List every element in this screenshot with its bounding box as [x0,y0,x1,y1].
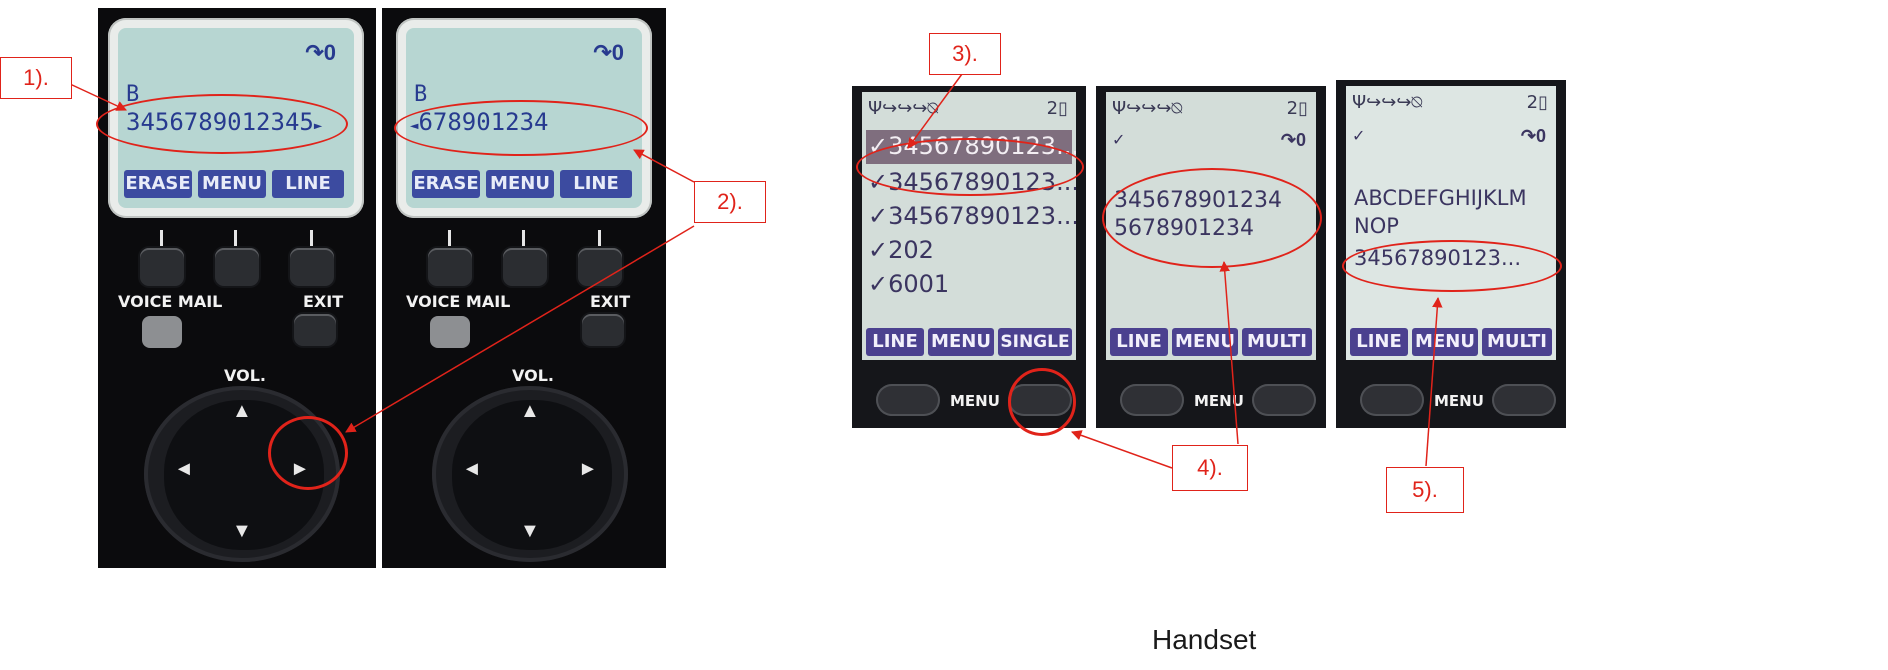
callout-2: 2). [694,181,766,223]
callout-1: 1). [0,57,72,99]
arrow-2a [633,149,695,183]
arrow-4a [1071,430,1173,469]
arrow-4b [1219,260,1239,445]
callout-4: 4). [1172,445,1248,491]
arrow-3 [907,73,963,149]
handset-caption: Handset [1152,624,1257,655]
annotation-arrows [69,73,1443,469]
callout-3: 3). [929,33,1001,75]
callout-5: 5). [1386,467,1464,513]
arrow-5 [1425,296,1443,467]
arrow-2b [345,225,695,433]
arrow-1 [69,83,127,111]
